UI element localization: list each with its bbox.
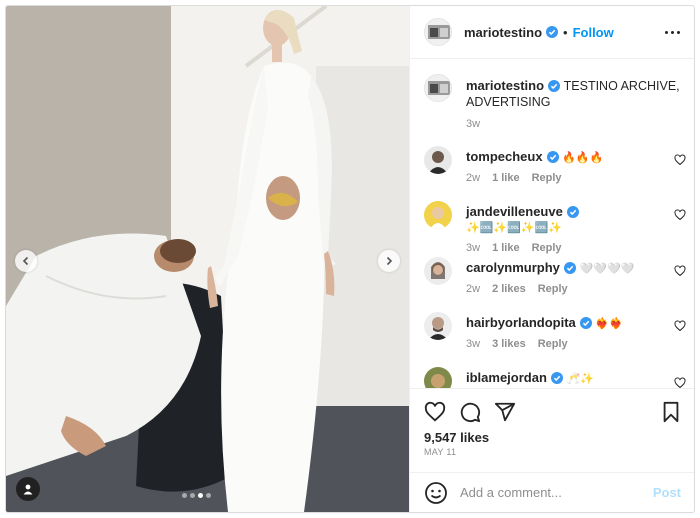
comment-avatar-image: [424, 367, 452, 388]
reply-button[interactable]: Reply: [538, 283, 568, 295]
comment-avatar-image: [424, 146, 452, 174]
chevron-right-icon: [386, 256, 393, 266]
author-avatar[interactable]: [424, 18, 452, 46]
comment-time: 3w: [466, 242, 481, 254]
heart-icon[interactable]: [674, 265, 686, 277]
user-tags-button[interactable]: [16, 477, 40, 501]
next-slide-button[interactable]: [378, 250, 400, 272]
photo-image: [6, 6, 409, 512]
caption-avatar-image: [425, 75, 451, 101]
previous-slide-button[interactable]: [15, 250, 37, 272]
verified-badge-icon: [546, 26, 559, 38]
comment-item: iblamejordan 🥂✨: [424, 367, 686, 388]
user-tag-icon: [23, 484, 33, 495]
comment-avatar-image: [424, 257, 452, 285]
comment-text: ❤️‍🔥❤️‍🔥: [595, 317, 623, 330]
comment-likes[interactable]: 1 like: [492, 172, 520, 184]
add-comment-bar: Post: [410, 472, 694, 512]
caption-avatar[interactable]: [424, 74, 452, 102]
comment-username[interactable]: iblamejordan: [466, 370, 547, 385]
verified-badge-icon: [546, 151, 559, 163]
comment-item: tompecheux 🔥🔥🔥 2w 1 like Reply: [424, 146, 686, 190]
heart-icon[interactable]: [674, 209, 686, 221]
comment-likes[interactable]: 3 likes: [492, 338, 526, 350]
carousel-dot: [190, 493, 195, 498]
bookmark-icon[interactable]: [661, 401, 681, 423]
post-sidebar: mariotestino • Follow mariotestino TESTI…: [409, 6, 694, 512]
comment-text: 🔥🔥🔥: [562, 151, 604, 164]
comment-input[interactable]: [460, 485, 653, 500]
reply-button[interactable]: Reply: [538, 338, 568, 350]
emoji-icon[interactable]: [424, 481, 448, 505]
reply-button[interactable]: Reply: [532, 242, 562, 254]
likes-count[interactable]: 9,547 likes: [424, 430, 489, 445]
comment-item: jandevilleneuve ✨🆒✨🆒✨🆒✨ 3w 1 like Reply: [424, 201, 686, 254]
caption-time: 3w: [466, 118, 481, 130]
comment-item: hairbyorlandopita ❤️‍🔥❤️‍🔥 3w 3 likes Repl…: [424, 312, 686, 356]
chevron-left-icon: [22, 256, 29, 266]
comment-avatar[interactable]: [424, 312, 452, 340]
post-actions: 9,547 likes MAY 11: [410, 388, 694, 472]
comment-avatar-image: [424, 312, 452, 340]
follow-button[interactable]: Follow: [573, 25, 614, 40]
post-photo: [6, 6, 409, 512]
like-heart-icon[interactable]: [424, 401, 446, 423]
comment-avatar[interactable]: [424, 201, 452, 229]
heart-icon[interactable]: [674, 377, 686, 388]
caption-username[interactable]: mariotestino: [466, 78, 544, 93]
post-comment-button[interactable]: Post: [653, 485, 681, 500]
comment-likes[interactable]: 2 likes: [492, 283, 526, 295]
comment-avatar[interactable]: [424, 257, 452, 285]
author-avatar-image: [425, 19, 451, 45]
comment-text: 🤍🤍🤍🤍: [579, 262, 635, 275]
comments-list[interactable]: mariotestino TESTINO ARCHIVE, ADVERTISIN…: [410, 60, 694, 388]
comment-likes[interactable]: 1 like: [492, 242, 520, 254]
comment-username[interactable]: tompecheux: [466, 149, 543, 164]
share-icon[interactable]: [494, 401, 516, 423]
carousel-indicator: [182, 493, 211, 498]
comment-time: 2w: [466, 283, 481, 295]
reply-button[interactable]: Reply: [532, 172, 562, 184]
comment-avatar-image: [424, 201, 452, 229]
comment-icon[interactable]: [459, 401, 481, 423]
verified-badge-icon: [550, 372, 563, 384]
verified-badge-icon: [548, 80, 561, 92]
comment-text: 🥂✨: [566, 372, 594, 385]
author-username[interactable]: mariotestino: [464, 25, 542, 40]
verified-badge-icon: [563, 262, 576, 274]
comment-username[interactable]: jandevilleneuve: [466, 204, 563, 219]
comment-time: 3w: [466, 338, 481, 350]
carousel-dot-active: [198, 493, 203, 498]
more-options-icon[interactable]: [665, 30, 680, 34]
verified-badge-icon: [579, 317, 592, 329]
heart-icon[interactable]: [674, 154, 686, 166]
post-header: mariotestino • Follow: [410, 6, 694, 59]
carousel-dot: [206, 493, 211, 498]
comment-avatar[interactable]: [424, 146, 452, 174]
carousel-dot: [182, 493, 187, 498]
comment-time: 2w: [466, 172, 481, 184]
post-dialog: mariotestino • Follow mariotestino TESTI…: [5, 5, 695, 513]
comment-avatar[interactable]: [424, 367, 452, 388]
heart-icon[interactable]: [674, 320, 686, 332]
comment-username[interactable]: carolynmurphy: [466, 260, 560, 275]
comment-text: ✨🆒✨🆒✨🆒✨: [466, 221, 562, 234]
post-date: MAY 11: [424, 447, 457, 457]
comment-username[interactable]: hairbyorlandopita: [466, 315, 576, 330]
comment-item: carolynmurphy 🤍🤍🤍🤍 2w 2 likes Reply: [424, 257, 686, 301]
verified-badge-icon: [566, 206, 579, 218]
header-separator: •: [563, 24, 568, 40]
